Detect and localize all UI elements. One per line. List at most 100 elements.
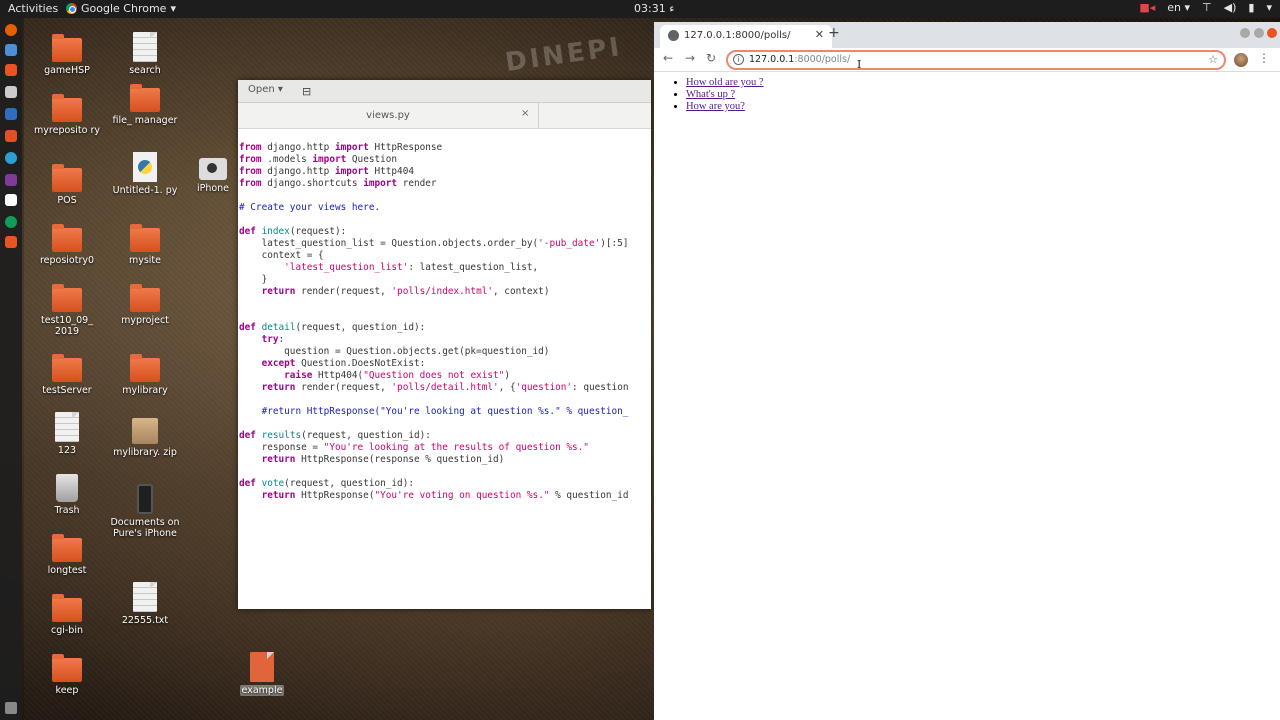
desktop-icon-label: Documents on Pure's iPhone [110,517,180,539]
desktop-icon[interactable]: search [107,32,183,76]
files-icon[interactable] [5,64,17,76]
show-applications-icon[interactable] [5,702,17,714]
folder-icon [52,284,82,312]
software-icon[interactable] [5,130,17,142]
desktop-icon[interactable]: example [224,652,300,696]
code-line: from django.shortcuts import render [239,178,437,189]
folder-icon [52,224,82,252]
info-icon[interactable]: i [733,54,744,65]
maximize-button[interactable] [1254,28,1264,38]
language-indicator[interactable]: en ▾ [1167,1,1190,14]
new-tab-button[interactable]: + [828,25,840,41]
address-bar[interactable]: i 127.0.0.1:8000/polls/ ☆ [726,50,1226,70]
screen-record-icon[interactable]: ■◂ [1139,1,1155,14]
poll-link[interactable]: What's up ? [686,89,735,100]
desktop-icon-label: 22555.txt [121,615,169,626]
chrome-dock-icon[interactable] [5,216,17,228]
open-button[interactable]: Open ▾ [248,84,283,95]
app-dock-icon[interactable] [5,236,17,248]
folder-icon [52,654,82,682]
code-line: return render(request, 'polls/index.html… [261,286,550,297]
code-line: context = { [239,250,324,261]
minimize-button[interactable] [1240,28,1250,38]
desktop-icon[interactable]: testServer [29,354,105,396]
camera-icon [199,158,227,180]
code-line: from django.http import Http404 [239,166,414,177]
help-icon[interactable] [5,152,17,164]
web-page: How old are you ? What's up ? How are yo… [654,72,1280,720]
open-button-label: Open [248,84,275,95]
desktop-icon[interactable]: mysite [107,224,183,266]
desktop-icon[interactable]: 22555.txt [107,582,183,626]
desktop-icon[interactable]: Trash [29,474,105,516]
desktop-icon[interactable]: 123 [29,412,105,456]
back-arrow-icon[interactable]: ← [663,51,673,65]
star-icon[interactable]: ☆ [1208,53,1218,66]
desktop-icon-label: myproject [121,315,169,326]
forward-arrow-icon[interactable]: → [685,51,695,65]
close-icon[interactable]: × [521,108,529,119]
system-tray[interactable]: ■◂ en ▾ ⊤ ◀) ▮ ▾ [1139,1,1272,14]
desktop-icon[interactable]: gameHSP [29,34,105,76]
desktop-icon[interactable]: myreposito ry [29,94,105,136]
desktop-icon-label: cgi-bin [50,625,83,636]
desktop-icon[interactable]: test10_09_ 2019 [29,284,105,337]
activities-button[interactable]: Activities [8,2,58,15]
writer-icon[interactable] [5,108,17,120]
desktop-icon-label: longtest [47,565,87,576]
desktop-icon[interactable]: Documents on Pure's iPhone [107,484,183,539]
top-bar: Activities Google Chrome ▾ ء 03:31 ■◂ en… [0,0,1280,18]
code-line: latest_question_list = Question.objects.… [239,238,629,249]
desktop-icon-label: POS [57,195,77,206]
trash-icon [56,474,78,502]
thunderbird-icon[interactable] [5,44,17,56]
file-icon [133,582,157,612]
poll-link[interactable]: How old are you ? [686,77,764,88]
code-line: def index(request): [239,226,347,237]
desktop-icon[interactable]: cgi-bin [29,594,105,636]
folder-icon [52,94,82,122]
desktop-icon[interactable]: longtest [29,534,105,576]
code-line: # Create your views here. [239,202,381,213]
desktop-icon[interactable]: iPhone [186,158,240,194]
browser-toolbar: ← → ↻ i 127.0.0.1:8000/polls/ ☆ ⋮ [654,48,1280,72]
app-menu[interactable]: Google Chrome ▾ [66,2,176,15]
profile-avatar[interactable] [1234,53,1248,67]
chevron-down-icon[interactable]: ▾ [1266,1,1272,14]
code-line: from django.http import HttpResponse [239,142,443,153]
browser-tab[interactable]: 127.0.0.1:8000/polls/ ✕ [660,25,832,48]
network-icon[interactable]: ⊤ [1202,1,1212,14]
desktop-icon[interactable]: POS [29,164,105,206]
new-document-icon[interactable]: ⊟ [302,85,311,98]
firefox-icon[interactable] [5,24,17,36]
poll-link[interactable]: How are you? [686,101,745,112]
desktop-icon[interactable]: keep [29,654,105,696]
desktop-icon[interactable]: reposiotry0 [29,224,105,266]
desktop-icon-label: file_ manager [112,115,178,126]
code-editor[interactable]: from django.http import HttpResponse from… [239,142,629,502]
desktop-icon[interactable]: myproject [107,284,183,326]
app-menu-label: Google Chrome [81,2,167,15]
desktop-icon[interactable]: mylibrary. zip [107,418,183,458]
reload-icon[interactable]: ↻ [706,51,716,65]
clock[interactable]: ء 03:31 [634,2,674,15]
terminal-icon[interactable] [5,174,17,186]
desktop-icon[interactable]: mylibrary [107,354,183,396]
globe-icon [668,30,679,41]
close-icon[interactable]: ✕ [815,28,824,41]
editor-icon[interactable] [5,194,17,206]
file-icon [133,32,157,62]
close-window-button[interactable] [1267,28,1277,38]
more-menu-icon[interactable]: ⋮ [1258,51,1270,65]
desktop-icon-label: iPhone [196,183,230,194]
rhythmbox-icon[interactable] [5,86,17,98]
battery-icon[interactable]: ▮ [1248,1,1254,14]
volume-icon[interactable]: ◀) [1224,1,1237,14]
desktop-icon[interactable]: Untitled-1. py [107,152,183,196]
editor-tab-title[interactable]: views.py [238,110,538,121]
code-line: return render(request, 'polls/detail.htm… [261,382,629,393]
desktop-icon[interactable]: file_ manager [107,84,183,126]
